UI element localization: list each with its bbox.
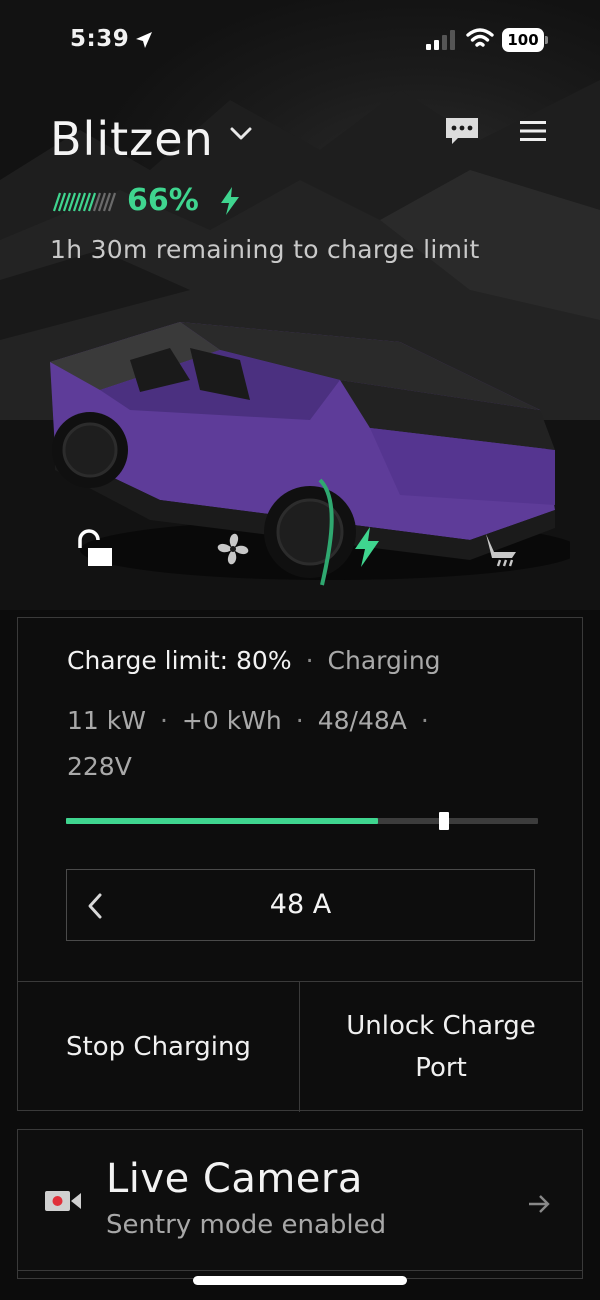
seat-heater-icon[interactable]: [480, 528, 522, 568]
charging-panel: Charge limit: 80% · Charging 11 kW · +0 kWh ·…: [17, 617, 583, 1112]
message-icon[interactable]: [444, 116, 480, 146]
battery-level-fill: [66, 818, 378, 824]
lightning-bolt-icon: [221, 187, 239, 215]
menu-icon[interactable]: [518, 118, 548, 144]
charging-actions: Stop Charging Unlock Charge Port: [18, 981, 582, 1112]
live-camera-card[interactable]: Live Camera Sentry mode enabled: [17, 1129, 583, 1279]
charge-limit-line: Charge limit: 80% · Charging: [67, 646, 441, 675]
sentry-mode-status: Sentry mode enabled: [106, 1210, 387, 1240]
current-amps: 48/48A: [317, 706, 407, 735]
amperage-stepper: 48 A: [66, 869, 535, 941]
stop-charging-button[interactable]: Stop Charging: [18, 982, 300, 1112]
charge-limit-handle[interactable]: [438, 812, 449, 830]
chevron-left-icon[interactable]: [85, 892, 105, 920]
fan-icon[interactable]: [214, 530, 252, 568]
battery-percent: 66%: [127, 183, 199, 218]
battery-stripes-icon: [52, 192, 117, 212]
separator: ·: [305, 646, 314, 675]
charge-limit-slider[interactable]: [66, 812, 538, 830]
charging-stats: 11 kW · +0 kWh · 48/48A · 228V: [67, 698, 507, 790]
charge-remaining-text: 1h 30m remaining to charge limit: [50, 235, 480, 264]
cellular-signal-icon: [426, 30, 455, 50]
vehicle-hero: 5:39 100 Blitzen 66% 1h 30m remaining to…: [0, 0, 600, 610]
battery-indicator: 100: [502, 28, 548, 52]
chevron-down-icon[interactable]: [228, 124, 254, 144]
location-arrow-icon: [136, 32, 152, 48]
battery-level: 100: [502, 28, 544, 52]
separator: ·: [295, 706, 304, 735]
charge-limit-label[interactable]: Charge limit: 80%: [67, 646, 292, 675]
divider: [18, 1270, 582, 1271]
status-bar: 5:39 100: [0, 0, 600, 80]
separator: ·: [159, 706, 168, 735]
lock-icon[interactable]: [74, 528, 116, 570]
amperage-value: 48 A: [269, 889, 332, 920]
status-time: 5:39: [70, 26, 130, 52]
charging-state: Charging: [327, 646, 441, 675]
battery-cap: [545, 36, 548, 44]
separator: ·: [420, 706, 429, 735]
home-indicator[interactable]: [193, 1276, 407, 1285]
energy-added: +0 kWh: [181, 706, 282, 735]
charge-power: 11 kW: [67, 706, 146, 735]
wifi-icon: [466, 28, 494, 47]
live-camera-title: Live Camera: [106, 1156, 363, 1202]
vehicle-name[interactable]: Blitzen: [50, 112, 214, 166]
camera-record-icon: [45, 1191, 81, 1211]
voltage: 228V: [67, 752, 132, 781]
unlock-charge-port-button[interactable]: Unlock Charge Port: [300, 982, 582, 1112]
arrow-right-icon[interactable]: [526, 1192, 552, 1216]
charge-bolt-icon[interactable]: [352, 526, 382, 568]
